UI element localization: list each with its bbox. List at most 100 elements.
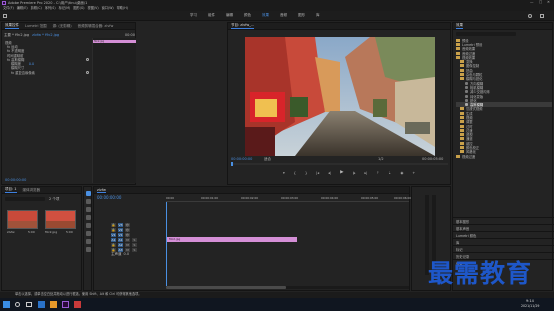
ec-clip-bar[interactable]: f9c2.jpg [93,40,136,43]
taskbar-time[interactable]: 9:14 [526,299,534,304]
timeline-playhead[interactable] [166,202,167,289]
panel-libraries[interactable]: 库 [453,238,554,245]
panel-essential-graphics[interactable]: 基本图形 [453,217,554,224]
minimize-button[interactable]: — [530,0,534,5]
tab-program[interactable]: 节目: zlvfw_... [231,23,255,29]
lift-icon[interactable]: ⇡ [376,171,379,176]
mark-out-icon[interactable]: } [305,171,307,176]
workspace-editing[interactable]: 编辑 [226,13,233,18]
effect-controls-panel: 效果控件 Lumetri 范围 源: (无剪辑) 音频剪辑混合器: zlvfw … [1,22,136,185]
workspace-graphics[interactable]: 图形 [298,13,305,18]
project-tabs: 项目: 1 媒体浏览器 [2,187,81,194]
playhead-marker[interactable] [231,162,233,166]
pen-tool-icon[interactable] [86,231,91,236]
project-item-count: 2 个项 [49,197,60,201]
track-label[interactable]: V2 [118,227,123,232]
workspace-effects[interactable]: 效果 [262,13,269,18]
project-item-duration: 5:00 [28,230,35,234]
taskbar-app-icon[interactable] [50,301,57,308]
track-label[interactable]: V3 [118,222,123,227]
tab-lumetri-scopes[interactable]: Lumetri 范围 [25,24,47,29]
master-clip-label[interactable]: 主要 * f9c2.jpg [4,33,29,38]
track-select-tool-icon[interactable] [86,199,91,204]
timeline-clip[interactable]: f9c2.jpg [167,237,297,242]
ec-property-list: 视频 fx 运动 fx 不透明度 时间重映射 fx 高斯模糊 模糊度 0.0 模… [5,40,92,75]
effects-search-input[interactable] [456,32,516,36]
tab-sequence[interactable]: zlvfw [97,188,106,193]
ec-timecode-start: 00:00 [124,32,135,37]
go-to-in-icon[interactable]: |◂ [316,171,319,176]
home-icon[interactable] [3,14,7,18]
panel-markers[interactable]: 标记 [453,245,554,252]
tab-media-browser[interactable]: 媒体浏览器 [23,188,41,193]
blurriness-value[interactable]: 0.0 [29,62,34,66]
track-label[interactable]: A1 [118,237,123,242]
sequence-clip-label[interactable]: zlvfw * f9c2.jpg [32,33,59,38]
effects-item-video-transitions[interactable]: 视频过渡 [456,154,552,159]
project-search-input[interactable] [5,197,45,201]
timeline-clip-label: f9c2.jpg [169,237,181,241]
close-button[interactable]: ✕ [547,0,550,5]
add-button-icon[interactable]: + [412,171,415,176]
maximize-button[interactable]: □ [539,0,542,5]
taskbar-app-icon[interactable] [38,301,45,308]
workspace-audio[interactable]: 音频 [280,13,287,18]
master-value[interactable]: 0.0 [124,252,130,257]
tab-project[interactable]: 项目: 1 [5,187,17,193]
project-thumb-sequence[interactable] [7,210,38,229]
program-scrubber[interactable] [231,162,448,166]
ec-mini-timeline: f9c2.jpg [92,38,136,183]
workspace-color[interactable]: 颜色 [244,13,251,18]
panel-lumetri-color[interactable]: Lumetri 颜色 [453,231,554,238]
selection-tool-icon[interactable] [86,191,91,196]
premiere-taskbar-icon[interactable] [62,301,69,308]
track-label[interactable]: A2 [118,242,123,247]
ec-footer-timecode[interactable]: 00:00:00:00 [5,178,26,183]
type-tool-icon[interactable] [86,247,91,252]
resolution-dropdown[interactable]: 1/2 [378,157,384,162]
hand-tool-icon[interactable] [86,239,91,244]
add-marker-icon[interactable]: ▾ [283,171,285,176]
panel-essential-sound[interactable]: 基本声音 [453,224,554,231]
ec-row-repeat-edge[interactable]: fx 重复边缘像素 [5,70,92,75]
fit-dropdown[interactable]: 适合 [264,157,271,162]
tab-audio-mixer[interactable]: 音频剪辑混合器: zlvfw [78,24,114,29]
search-icon[interactable] [528,14,532,18]
taskbar-app-icon[interactable] [74,301,81,308]
timeline-timecode[interactable]: 00:00:00:00 [97,195,121,201]
track-label[interactable]: A3 [118,247,123,252]
task-view-icon[interactable] [26,302,32,307]
panel-history[interactable]: 历史记录 [453,252,554,259]
reset-icon[interactable] [86,58,89,61]
workspace-assembly[interactable]: 组件 [208,13,215,18]
project-item-name: zlvfw [7,230,15,234]
step-back-icon[interactable]: ◂| [328,171,331,176]
mark-in-icon[interactable]: { [294,171,296,176]
taskbar-date[interactable]: 2021/11/29 [521,304,539,309]
project-thumb-image[interactable] [45,210,76,229]
taskbar-search-icon[interactable] [15,302,20,307]
tab-effects[interactable]: 效果 [456,23,463,29]
workspace-libraries[interactable]: 库 [316,13,320,18]
ripple-edit-tool-icon[interactable] [86,207,91,212]
transport-controls: ▾ { } |◂ ◂| ▶ |▸ ▸| ⇡ ⇣ ◉ + [283,170,415,176]
go-to-out-icon[interactable]: ▸| [365,171,368,176]
track-label[interactable]: V1 [118,232,123,237]
reset-icon[interactable] [86,71,89,74]
share-icon[interactable] [540,14,544,18]
start-button-icon[interactable] [3,301,10,308]
timeline-panel: zlvfw 00:00:00:00 00:00 00:00:01:00 00:0… [93,186,411,291]
timeline-scrollbar[interactable] [166,286,409,289]
program-video-frame[interactable] [245,37,435,156]
slip-tool-icon[interactable] [86,223,91,228]
step-forward-icon[interactable]: |▸ [353,171,356,176]
razor-tool-icon[interactable] [86,215,91,220]
tab-effect-controls[interactable]: 效果控件 [5,23,19,29]
tab-source[interactable]: 源: (无剪辑) [53,24,72,29]
play-icon[interactable]: ▶ [340,170,343,176]
workspace-learn[interactable]: 学习 [190,13,197,18]
timeline-ruler[interactable]: 00:00 00:00:01:00 00:00:02:00 00:00:03:0… [166,196,411,202]
extract-icon[interactable]: ⇣ [388,171,391,176]
program-timecode[interactable]: 00:00:00:00 [231,157,252,162]
export-frame-icon[interactable]: ◉ [400,171,403,176]
